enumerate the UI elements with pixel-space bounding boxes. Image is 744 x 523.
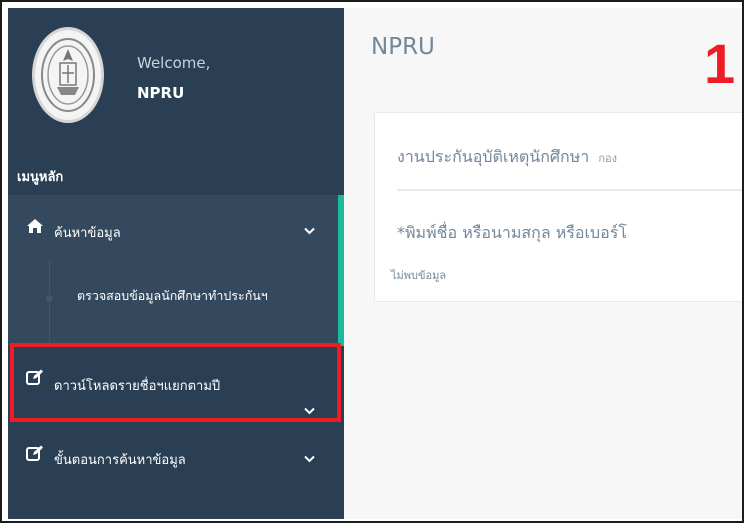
window-frame: Welcome, NPRU เมนูหลัก ค้นหาข้อมูล ตรวจส… xyxy=(0,0,744,523)
main-content: NPRU 1 งานประกันอุบัติเหตุนักศึกษา กอง *… xyxy=(344,8,742,519)
sidebar-item-label: ค้นหาข้อมูล xyxy=(54,226,121,241)
sidebar-item-label: ขั้นตอนการค้นหาข้อมูล xyxy=(54,453,186,468)
sidebar: Welcome, NPRU เมนูหลัก ค้นหาข้อมูล ตรวจส… xyxy=(8,8,344,519)
panel-title: งานประกันอุบัติเหตุนักศึกษา กอง xyxy=(397,145,617,170)
chevron-down-icon[interactable] xyxy=(304,453,315,466)
submenu-bullet xyxy=(46,295,53,302)
highlight-box xyxy=(10,343,341,422)
welcome-text: Welcome, xyxy=(137,54,211,72)
panel-subtitle: กอง xyxy=(598,152,617,165)
edit-icon xyxy=(26,445,44,466)
sidebar-item-steps[interactable]: ขั้นตอนการค้นหาข้อมูล xyxy=(8,438,344,478)
page-title: NPRU xyxy=(371,34,435,60)
username: NPRU xyxy=(137,84,185,102)
search-hint: *พิมพ์ชื่อ หรือนามสกุล หรือเบอร์โ xyxy=(397,223,627,242)
content-panel: งานประกันอุบัติเหตุนักศึกษา กอง *พิมพ์ชื… xyxy=(374,112,742,302)
submenu: ตรวจสอบข้อมูลนักศึกษาทำประกันฯ xyxy=(8,260,338,346)
panel-title-text: งานประกันอุบัติเหตุนักศึกษา xyxy=(397,147,590,166)
emblem-icon xyxy=(41,38,95,112)
submenu-line xyxy=(49,260,50,346)
step-number-annotation: 1 xyxy=(704,32,736,95)
chevron-down-icon[interactable] xyxy=(304,225,315,238)
not-found-message: ไม่พบข้อมูล xyxy=(391,269,447,282)
divider xyxy=(397,189,742,191)
university-logo xyxy=(32,27,104,123)
home-icon xyxy=(26,218,44,239)
submenu-item-check-student[interactable]: ตรวจสอบข้อมูลนักศึกษาทำประกันฯ xyxy=(77,286,317,305)
profile-section: Welcome, NPRU xyxy=(8,8,344,158)
menu-heading: เมนูหลัก xyxy=(17,170,64,185)
